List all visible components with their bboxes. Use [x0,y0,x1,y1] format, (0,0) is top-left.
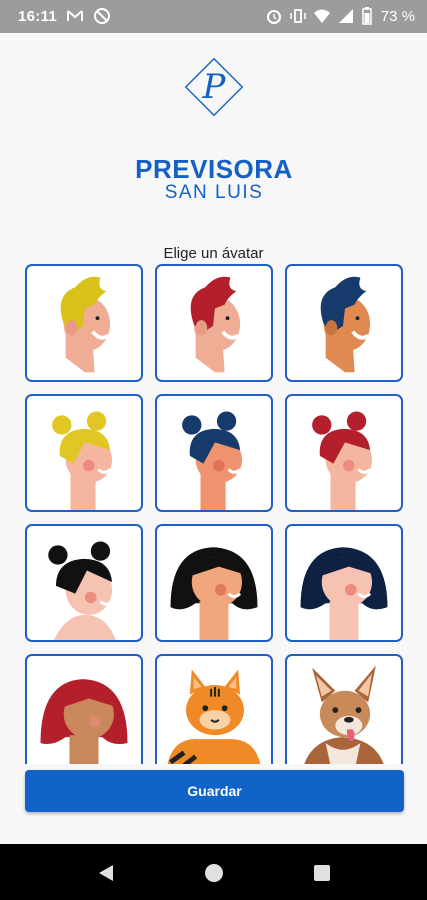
avatar-tile[interactable] [155,654,273,764]
home-icon[interactable] [203,862,225,884]
brand-name: PREVISORA [135,154,293,184]
avatar-woman-yellow-buns [52,411,113,510]
avatar-tile[interactable] [155,524,273,642]
avatar-tile[interactable] [285,524,403,642]
avatar-tile[interactable] [25,524,143,642]
avatar-woman-black-buns [48,541,116,640]
avatar-tile[interactable] [285,654,403,764]
avatar-woman-red-buns [312,411,373,510]
wifi-icon [313,9,330,23]
save-button[interactable]: Guardar [25,770,404,812]
back-icon[interactable] [95,862,117,884]
avatar-dog [304,665,384,764]
avatar-man-navy-hair [320,276,371,373]
svg-text:P: P [202,67,227,107]
brand-logo: P PREVISORA SAN LUIS [133,44,295,204]
avatar-tile[interactable] [285,394,403,512]
diamond-monogram-icon: P [184,57,244,117]
gmail-icon [67,10,83,21]
brand-subtitle: SAN LUIS [164,182,264,203]
avatar-tile[interactable] [155,264,273,382]
avatar-prompt: Elige un ávatar [163,245,264,262]
battery-percent: 73 % [380,7,415,25]
avatar-grid [0,262,427,764]
dnd-icon [94,8,110,24]
status-bar: 16:11 73 % [0,0,427,33]
system-nav-bar [0,844,427,900]
recents-icon[interactable] [311,862,333,884]
avatar-tiger-cat [167,669,261,764]
alarm-icon [266,10,281,24]
avatar-woman-navy-bob [300,547,388,640]
vibrate-icon [290,9,306,23]
avatar-man-red-hair [190,276,241,373]
avatar-tile[interactable] [155,394,273,512]
avatar-woman-navy-buns [182,411,243,510]
avatar-man-yellow-hair [60,276,111,373]
avatar-woman-red-bob [40,679,128,764]
signal-icon [338,9,353,23]
avatar-tile[interactable] [25,654,143,764]
status-time: 16:11 [18,8,58,25]
avatar-woman-black-bob [170,547,258,640]
avatar-tile[interactable] [25,264,143,382]
battery-icon [362,7,372,25]
avatar-tile[interactable] [25,394,143,512]
avatar-tile[interactable] [285,264,403,382]
